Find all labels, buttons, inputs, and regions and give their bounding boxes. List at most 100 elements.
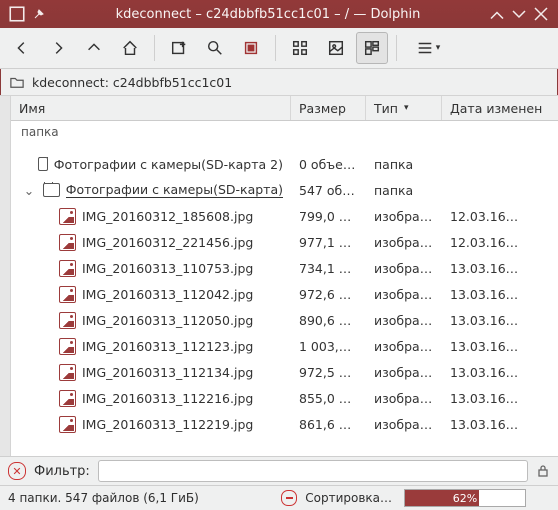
folder-name: Фотографии с камеры(SD-карта) [66,182,283,198]
progress-bar: 62% [404,489,526,507]
image-file-icon [59,338,76,355]
folder-icon [43,183,60,197]
lock-icon[interactable] [536,464,550,478]
app-menu-icon[interactable] [8,5,26,23]
file-name: IMG_20160313_112219.jpg [82,417,253,432]
titlebar[interactable]: kdeconnect – c24dbbfb51cc1c01 – / — Dolp… [0,0,558,28]
path-bar[interactable]: kdeconnect: c24dbbfb51cc1c01 [0,69,558,96]
table-body[interactable]: папкаФотографии с камеры(SD-карта 2)0 об… [11,121,558,456]
group-label: папка [11,121,558,143]
cell-type: изображе… [366,417,442,432]
cell-size: 799,0 К… [291,209,366,224]
file-name: IMG_20160313_110753.jpg [82,261,253,276]
file-name: IMG_20160313_112216.jpg [82,391,253,406]
file-name: IMG_20160313_112134.jpg [82,365,253,380]
toolbar: ▾ [0,28,558,69]
cell-type: изображе… [366,261,442,276]
cell-size: 855,0 К… [291,391,366,406]
file-name: IMG_20160313_112050.jpg [82,313,253,328]
cell-type: изображе… [366,209,442,224]
cell-type: изображе… [366,287,442,302]
separator [396,35,397,61]
cell-type: изображе… [366,365,442,380]
file-row[interactable]: IMG_20160313_112050.jpg 890,6 К…изображе…… [11,307,558,333]
filter-bar: ✕ Фильтр: [0,456,558,485]
maximize-button[interactable] [510,5,528,23]
cell-size: 1 003,… [291,339,366,354]
image-file-icon [59,416,76,433]
status-text: 4 папки. 547 файлов (6,1 ГиБ) [8,491,273,505]
file-name: IMG_20160313_112123.jpg [82,339,253,354]
collapse-icon[interactable]: ⌄ [23,183,35,198]
cell-date: 13.03.16… [442,339,558,354]
column-header-size[interactable]: Размер [291,96,366,120]
file-row[interactable]: IMG_20160312_221456.jpg 977,1 К…изображе…… [11,229,558,255]
file-table: Имя Размер Тип▾ Дата изменен папкаФотогр… [11,96,558,456]
file-row[interactable]: IMG_20160313_110753.jpg 734,1 К…изображе…… [11,255,558,281]
folder-icon [10,75,24,89]
filter-label: Фильтр: [34,464,90,479]
image-file-icon [59,260,76,277]
search-button[interactable] [199,32,231,64]
up-button[interactable] [78,32,110,64]
file-name: IMG_20160312_185608.jpg [82,209,253,224]
control-menu-button[interactable]: ▾ [405,32,451,64]
file-row[interactable]: IMG_20160313_112134.jpg 972,5 К…изображе…… [11,359,558,385]
cell-size: 977,1 К… [291,235,366,250]
cell-type: изображе… [366,339,442,354]
file-row[interactable]: IMG_20160313_112216.jpg855,0 К…изображе…… [11,385,558,411]
stop-button[interactable] [235,32,267,64]
progress-label: 62% [405,490,525,506]
image-file-icon [59,208,76,225]
path-text: kdeconnect: c24dbbfb51cc1c01 [32,75,232,90]
image-file-icon [59,364,76,381]
image-file-icon [59,234,76,251]
cell-date: 13.03.16… [442,391,558,406]
separator [275,35,276,61]
cell-date: 12.03.16… [442,235,558,250]
cell-size: 547 об… [291,183,366,198]
image-file-icon [59,312,76,329]
column-header-name[interactable]: Имя [11,96,291,120]
column-header-date[interactable]: Дата изменен [442,96,558,120]
column-header-type[interactable]: Тип▾ [366,96,442,120]
file-row[interactable]: IMG_20160312_185608.jpg 799,0 К…изображе…… [11,203,558,229]
file-name: IMG_20160313_112042.jpg [82,287,253,302]
cell-date: 13.03.16… [442,417,558,432]
minimize-button[interactable] [488,5,506,23]
home-button[interactable] [114,32,146,64]
pin-icon[interactable] [30,5,48,23]
file-row[interactable]: IMG_20160313_112123.jpg 1 003,…изображе…1… [11,333,558,359]
new-folder-button[interactable] [163,32,195,64]
folder-name: Фотографии с камеры(SD-карта 2) [54,157,283,172]
forward-button[interactable] [42,32,74,64]
preview-view-button[interactable] [320,32,352,64]
back-button[interactable] [6,32,38,64]
cancel-operation-button[interactable] [281,490,297,506]
cell-type: папка [366,157,442,172]
filter-input[interactable] [98,460,528,482]
left-gutter [0,96,11,456]
cell-date: 13.03.16… [442,261,558,276]
cell-size: 890,6 К… [291,313,366,328]
image-file-icon [59,390,76,407]
file-row[interactable]: IMG_20160313_112042.jpg972,6 К…изображе…… [11,281,558,307]
cell-date: 13.03.16… [442,313,558,328]
folder-row[interactable]: ⌄ Фотографии с камеры(SD-карта) 547 об…пап… [11,177,558,203]
close-filter-button[interactable]: ✕ [8,462,26,480]
close-button[interactable] [532,5,550,23]
file-row[interactable]: IMG_20160313_112219.jpg 861,6 К…изображе…… [11,411,558,437]
details-view-button[interactable] [356,32,388,64]
cell-type: изображе… [366,313,442,328]
cell-date: 13.03.16… [442,287,558,302]
sort-progress-label: Сортировка… [305,491,392,505]
cell-type: папка [366,183,442,198]
cell-size: 861,6 К… [291,417,366,432]
cell-size: 972,5 К… [291,365,366,380]
cell-type: изображе… [366,235,442,250]
folder-row[interactable]: Фотографии с камеры(SD-карта 2)0 объек…п… [11,151,558,177]
cell-size: 734,1 К… [291,261,366,276]
icons-view-button[interactable] [284,32,316,64]
chevron-down-icon: ▾ [436,43,441,53]
file-name: IMG_20160312_221456.jpg [82,235,253,250]
